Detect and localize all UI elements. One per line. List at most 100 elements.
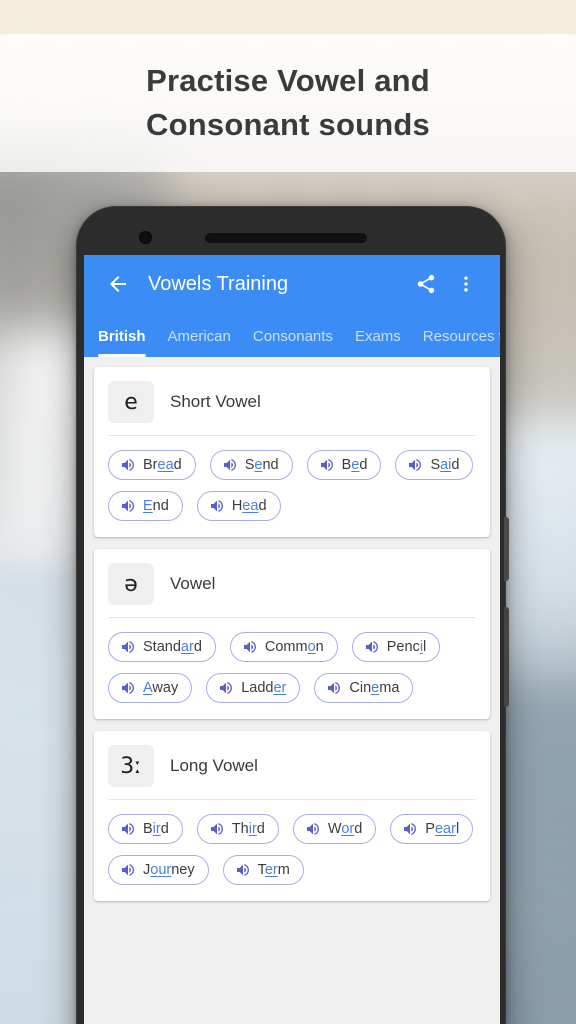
word-prefix: Penc [386, 639, 420, 655]
speaker-icon [409, 459, 422, 471]
word-chip-label: Away [143, 680, 178, 696]
word-chip-group: Bread Send Bed Said End Head [108, 450, 476, 521]
word-chip[interactable]: End [108, 491, 183, 521]
word-prefix: Br [143, 457, 158, 473]
word-prefix: Comm [264, 639, 308, 655]
front-camera-icon [139, 231, 152, 244]
cards-container: e Short Vowel Bread Send Bed Said End Head ə Vowe… [84, 357, 500, 901]
ipa-symbol-badge: ə [108, 563, 154, 605]
word-chip-label: Said [430, 457, 459, 473]
sound-card: e Short Vowel Bread Send Bed Said End Head [94, 367, 490, 537]
word-chip[interactable]: Pencil [351, 632, 441, 662]
word-prefix: Cin [349, 680, 372, 696]
word-suffix: d [193, 639, 202, 655]
word-chip[interactable]: Head [196, 491, 281, 521]
word-chip-label: Standard [143, 639, 202, 655]
word-chip[interactable]: Bread [108, 450, 196, 480]
word-chip[interactable]: Ladder [206, 673, 301, 703]
phone-volume-button[interactable] [504, 607, 509, 707]
word-chip-label: Bird [143, 821, 169, 837]
phone-top-bezel [77, 207, 507, 255]
word-chip-label: Cinema [349, 680, 399, 696]
word-chip[interactable]: Third [196, 814, 279, 844]
word-suffix: n [315, 639, 324, 655]
word-chip[interactable]: Word [292, 814, 377, 844]
tab-exams[interactable]: Exams [355, 328, 401, 357]
word-suffix: way [152, 680, 179, 696]
tab-british[interactable]: British [98, 328, 146, 357]
sound-card-title: Long Vowel [170, 756, 258, 775]
word-chip[interactable]: Journey [108, 855, 209, 885]
speaker-icon [210, 823, 223, 835]
word-highlight: ar [180, 639, 194, 655]
more-vertical-icon [464, 276, 468, 292]
app-bar: Vowels Training British American Consona… [84, 255, 500, 357]
word-highlight: our [150, 862, 172, 878]
word-prefix: Stand [143, 639, 181, 655]
word-chip[interactable]: Bird [108, 814, 183, 844]
word-chip[interactable]: Send [209, 450, 293, 480]
word-suffix: d [256, 821, 265, 837]
word-chip[interactable]: Term [222, 855, 304, 885]
app-bar-top-row: Vowels Training [84, 255, 500, 313]
word-chip-label: Head [232, 498, 267, 514]
word-chip-label: Journey [143, 862, 195, 878]
word-chip-label: Term [258, 862, 290, 878]
speaker-icon [122, 500, 134, 512]
sound-card-header: e Short Vowel [108, 379, 476, 435]
word-chip[interactable]: Common [229, 632, 338, 662]
word-prefix: Ladd [241, 680, 274, 696]
word-suffix: d [160, 821, 169, 837]
arrow-left-icon [110, 276, 126, 292]
word-chip[interactable]: Pearl [390, 814, 474, 844]
word-suffix: d [359, 457, 368, 473]
word-prefix: T [257, 862, 265, 878]
sound-card: ə Vowel Standard Common Pencil Away Ladder Cine… [94, 549, 490, 719]
speaker-icon [243, 641, 256, 653]
speaker-icon [122, 641, 134, 653]
tab-american[interactable]: American [168, 328, 231, 357]
word-highlight: er [264, 862, 278, 878]
word-prefix: W [327, 821, 342, 837]
word-chip-label: End [143, 498, 169, 514]
speaker-icon [306, 823, 319, 835]
word-chip[interactable]: Standard [108, 632, 216, 662]
speaker-icon [320, 459, 333, 471]
word-suffix: d [354, 821, 363, 837]
share-button[interactable] [406, 264, 446, 304]
speaker-icon [210, 500, 223, 512]
word-suffix: m [277, 862, 290, 878]
word-highlight: ear [434, 821, 456, 837]
tab-bar: British American Consonants Exams Resources … [84, 313, 500, 357]
tab-consonants[interactable]: Consonants [253, 328, 333, 357]
phone-power-button[interactable] [504, 517, 509, 581]
word-suffix: nd [262, 457, 279, 473]
back-button[interactable] [98, 264, 138, 304]
word-highlight: ea [157, 457, 174, 473]
screenshot-root: Practise Vowel and Consonant sounds Vowe… [0, 0, 576, 1024]
speaker-icon [328, 682, 341, 694]
sound-card-title: Vowel [170, 574, 216, 593]
word-suffix: ney [171, 862, 195, 878]
sound-card-header: ə Vowel [108, 561, 476, 617]
promo-banner: Practise Vowel and Consonant sounds [0, 34, 576, 172]
word-highlight: E [143, 498, 153, 514]
card-divider [108, 435, 476, 436]
word-chip[interactable]: Bed [306, 450, 382, 480]
word-chip-label: Send [245, 457, 279, 473]
word-prefix: B [143, 821, 153, 837]
speaker-icon [220, 682, 233, 694]
word-chip-label: Third [232, 821, 265, 837]
word-chip[interactable]: Cinema [314, 673, 414, 703]
word-chip[interactable]: Away [108, 673, 193, 703]
word-prefix: B [341, 457, 352, 473]
overflow-menu-button[interactable] [446, 264, 486, 304]
speaker-icon [122, 459, 134, 471]
word-chip[interactable]: Said [395, 450, 474, 480]
sound-card-header: 3ː Long Vowel [108, 743, 476, 799]
earpiece-speaker [205, 233, 367, 243]
word-highlight: o [307, 639, 316, 655]
word-highlight: ir [152, 821, 161, 837]
word-chip-label: Pearl [425, 821, 459, 837]
tab-resources-t[interactable]: Resources t [423, 328, 500, 357]
